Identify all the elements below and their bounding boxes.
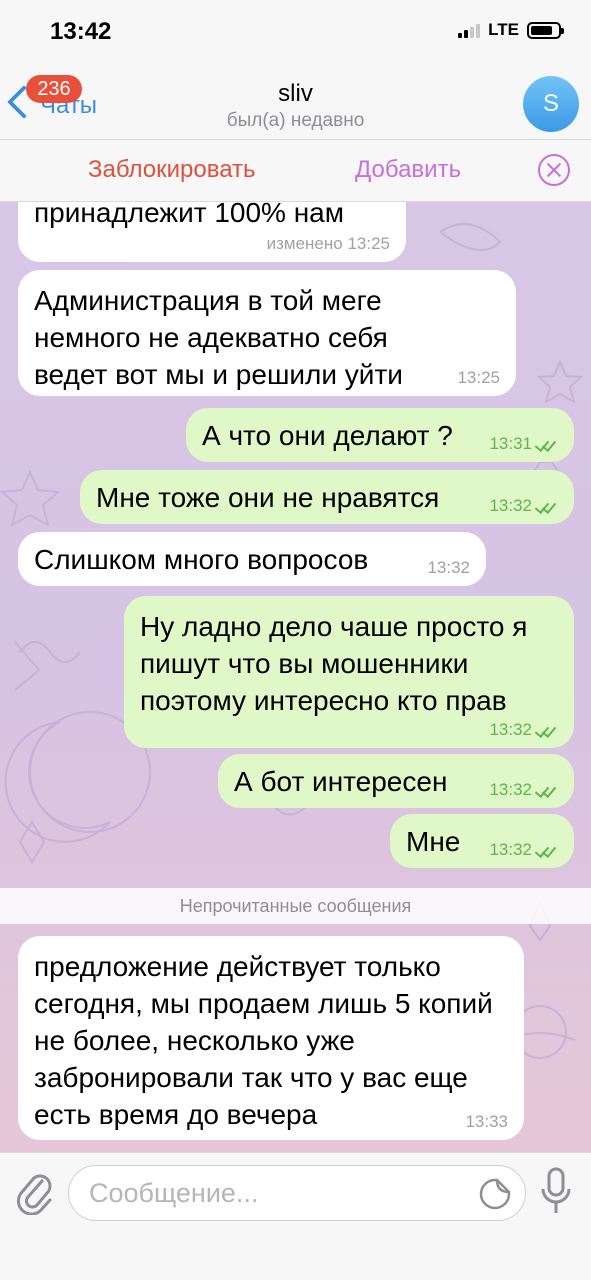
chat-status: был(а) недавно xyxy=(226,110,365,131)
message-text: принадлежит 100% нам xyxy=(34,202,344,228)
sticker-icon[interactable] xyxy=(479,1178,511,1210)
microphone-icon[interactable] xyxy=(538,1167,574,1217)
message-time: 13:25 xyxy=(457,368,500,387)
battery-icon xyxy=(527,21,564,39)
message-status: 13:32 xyxy=(489,497,558,514)
message-bubble-incoming[interactable]: Слишком много вопросов 13:32 xyxy=(18,532,486,586)
message-time: 13:33 xyxy=(465,1112,508,1131)
message-time: 13:31 xyxy=(489,434,532,453)
chat-title[interactable]: sliv xyxy=(0,80,591,108)
unread-divider: Непрочитанные сообщения xyxy=(0,888,591,924)
message-time: 13:32 xyxy=(489,780,532,799)
message-status: 13:32 xyxy=(489,841,558,858)
message-bubble-outgoing[interactable]: Мне 13:32 xyxy=(390,814,574,868)
message-text: Слишком много вопросов xyxy=(34,544,369,575)
message-time: 13:32 xyxy=(489,840,532,859)
message-list[interactable]: принадлежит 100% нам изменено 13:25 Адми… xyxy=(0,202,591,1152)
message-bubble-incoming[interactable]: предложение действует только сегодня, мы… xyxy=(18,936,524,1140)
read-ticks-icon xyxy=(534,782,558,798)
message-bubble-incoming[interactable]: Администрация в той меге немного не адек… xyxy=(18,270,516,396)
message-input-placeholder: Сообщение... xyxy=(89,1178,259,1208)
message-bubble-outgoing[interactable]: А что они делают ? 13:31 xyxy=(186,408,574,462)
message-bubble-outgoing[interactable]: А бот интересен 13:32 xyxy=(218,754,574,808)
status-indicators: LTE xyxy=(458,20,564,40)
message-status: 13:32 xyxy=(489,781,558,798)
chat-header: Чаты 236 sliv был(а) недавно S xyxy=(0,66,591,140)
paperclip-icon[interactable] xyxy=(14,1167,54,1215)
message-input[interactable]: Сообщение... xyxy=(68,1165,526,1221)
read-ticks-icon xyxy=(534,842,558,858)
message-time: 13:32 xyxy=(489,720,532,739)
message-bubble-outgoing[interactable]: Мне тоже они не нравятся 13:32 xyxy=(80,470,574,524)
message-status: 13:31 xyxy=(489,435,558,452)
network-label: LTE xyxy=(488,20,519,39)
read-ticks-icon xyxy=(534,436,558,452)
message-time: изменено 13:25 xyxy=(266,234,390,253)
message-text: Ну ладно дело чаше просто я пишут что вы… xyxy=(140,611,528,716)
close-circle-icon[interactable] xyxy=(538,154,570,186)
avatar[interactable]: S xyxy=(523,76,579,132)
action-bar: Заблокировать Добавить xyxy=(0,140,591,202)
message-status: 13:32 xyxy=(489,721,558,738)
message-time: 13:32 xyxy=(489,496,532,515)
read-ticks-icon xyxy=(534,722,558,738)
block-button[interactable]: Заблокировать xyxy=(88,156,256,184)
status-time: 13:42 xyxy=(50,18,112,45)
message-text: предложение действует только сегодня, мы… xyxy=(34,951,493,1130)
message-bubble-incoming[interactable]: принадлежит 100% нам изменено 13:25 xyxy=(18,202,406,262)
status-bar: 13:42 LTE xyxy=(0,0,591,66)
add-contact-button[interactable]: Добавить xyxy=(355,156,461,184)
signal-icon xyxy=(458,22,481,38)
message-time: 13:32 xyxy=(427,558,470,577)
composer: Сообщение... xyxy=(0,1152,591,1280)
read-ticks-icon xyxy=(534,498,558,514)
message-text: Администрация в той меге немного не адек… xyxy=(34,285,403,390)
message-bubble-outgoing[interactable]: Ну ладно дело чаше просто я пишут что вы… xyxy=(124,596,574,748)
